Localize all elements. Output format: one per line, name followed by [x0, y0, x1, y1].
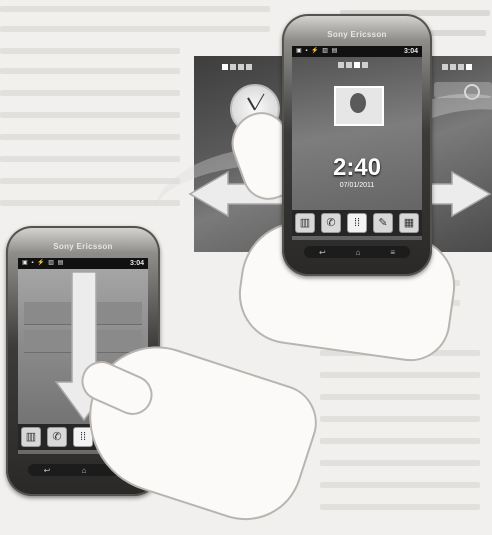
- clock-date: 07/01/2011: [339, 182, 375, 189]
- phone-right: Sony Ericsson ▣ ▪ ⚡ ▥ ▤ 3:04 2:40 07/01/…: [282, 14, 432, 276]
- home-key-icon[interactable]: ⌂: [82, 466, 87, 475]
- home-key-icon[interactable]: ⌂: [356, 248, 361, 257]
- widgets-icon[interactable]: ▦: [399, 213, 419, 233]
- photo-widget[interactable]: [334, 86, 384, 126]
- status-time: 3:04: [403, 48, 418, 55]
- status-icons: ▣ ▪ ⚡ ▥ ▤: [296, 48, 339, 54]
- brand-label: Sony Ericsson: [327, 30, 387, 39]
- status-icons: ▣ ▪ ⚡ ▥ ▤: [22, 260, 65, 266]
- clock-time: 2:40: [332, 154, 382, 181]
- phone-right-screen: ▣ ▪ ⚡ ▥ ▤ 3:04 2:40 07/01/2011 ▥ ✆ ⁞⁞ ✎ …: [292, 46, 422, 240]
- app-dock: ▥ ✆ ⁞⁞ ✎ ▦: [292, 210, 422, 236]
- messaging-icon[interactable]: ✎: [373, 213, 393, 233]
- status-time: 3:04: [129, 260, 144, 267]
- status-bar: ▣ ▪ ⚡ ▥ ▤ 3:04: [292, 46, 422, 57]
- menu-key-icon[interactable]: ≡: [390, 248, 395, 257]
- phonebook-icon[interactable]: ▥: [21, 427, 41, 447]
- page-indicator-left: [222, 64, 252, 70]
- phonebook-icon[interactable]: ▥: [295, 213, 315, 233]
- phone-icon[interactable]: ✆: [321, 213, 341, 233]
- back-key-icon[interactable]: ↩: [319, 248, 326, 257]
- portrait-image: [350, 93, 366, 113]
- page-indicator: [338, 62, 368, 68]
- apps-grid-icon[interactable]: ⁞⁞: [347, 213, 367, 233]
- page-indicator-right: [442, 64, 472, 70]
- search-bar[interactable]: [434, 82, 492, 98]
- brand-label: Sony Ericsson: [53, 242, 113, 251]
- status-bar: ▣ ▪ ⚡ ▥ ▤ 3:04: [18, 258, 148, 269]
- phone-icon[interactable]: ✆: [47, 427, 67, 447]
- back-key-icon[interactable]: ↩: [44, 466, 51, 475]
- softkeys-bar: ↩ ⌂ ≡: [304, 246, 410, 258]
